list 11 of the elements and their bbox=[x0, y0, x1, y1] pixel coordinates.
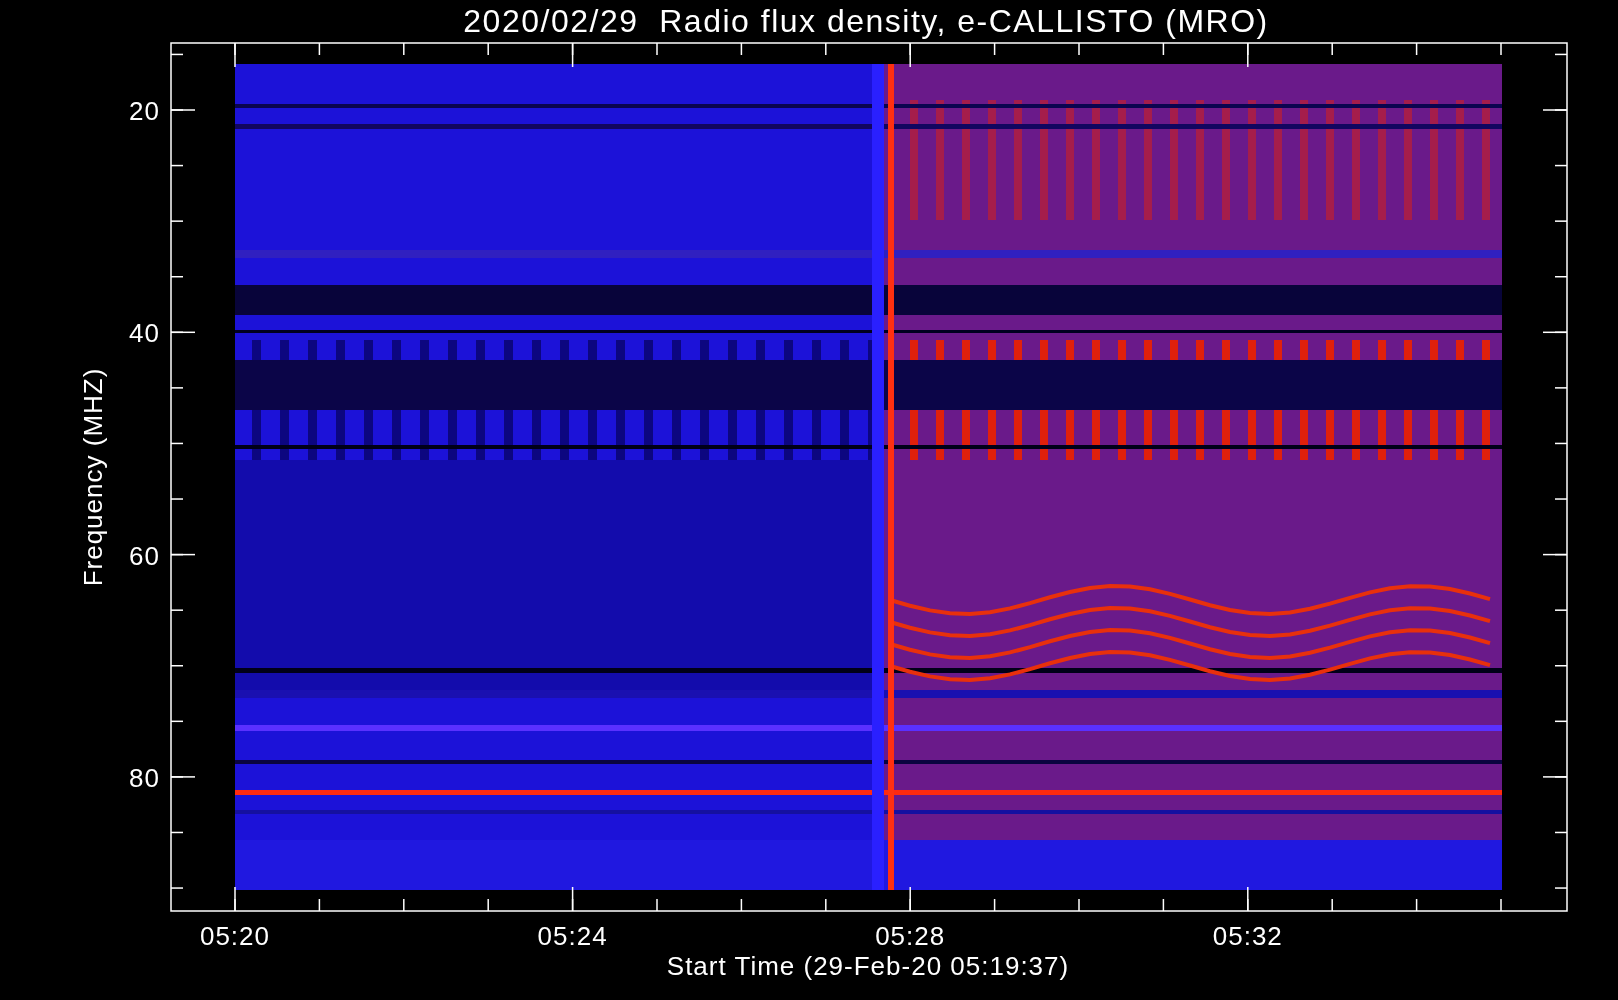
x-tick-label: 05:20 bbox=[199, 921, 271, 951]
y-tick-label: 80 bbox=[129, 762, 160, 793]
y-tick-label: 20 bbox=[129, 96, 160, 126]
chart-title: 2020/02/29 Radio flux density, e-CALLISTO (MRO) bbox=[463, 3, 1269, 39]
x-tick-label: 05:28 bbox=[875, 921, 946, 951]
y-tick-label: 40 bbox=[129, 318, 160, 349]
x-tick-label: 05:32 bbox=[1212, 921, 1283, 951]
x-tick-label: 05:24 bbox=[537, 921, 608, 951]
x-axis-label: Start Time (29-Feb-20 05:19:37) bbox=[666, 951, 1070, 981]
y-tick-label: 60 bbox=[129, 540, 160, 571]
y-axis-label: Frequency (MHZ) bbox=[78, 367, 108, 587]
